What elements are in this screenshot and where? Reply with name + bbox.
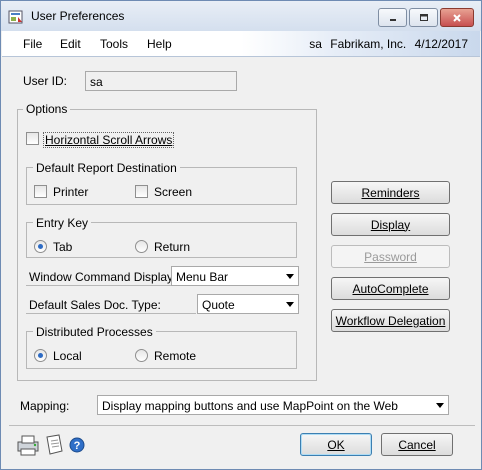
user-id-label: User ID: xyxy=(23,74,68,88)
screen-checkbox[interactable] xyxy=(135,185,148,198)
sales-doc-type-underline xyxy=(26,313,196,314)
distributed-processes-title: Distributed Processes xyxy=(33,325,156,339)
title-bar: User Preferences xyxy=(1,1,481,31)
default-sales-doc-type-value: Quote xyxy=(202,298,235,312)
distributed-local-radio[interactable] xyxy=(34,349,47,362)
window-command-display-label: Window Command Display xyxy=(29,270,174,284)
window-app-icon xyxy=(8,10,23,24)
entry-key-title: Entry Key xyxy=(33,216,92,230)
default-sales-doc-type-label: Default Sales Doc. Type: xyxy=(29,298,161,312)
entry-key-return-label[interactable]: Return xyxy=(154,240,190,254)
user-preferences-window: User Preferences File Edit Tools Help sa… xyxy=(0,0,482,470)
window-title: User Preferences xyxy=(31,9,125,23)
menu-bar: File Edit Tools Help sa Fabrikam, Inc. 4… xyxy=(2,31,480,57)
mapping-label: Mapping: xyxy=(20,399,70,413)
printer-checkbox[interactable] xyxy=(34,185,47,198)
display-button[interactable]: Display xyxy=(331,213,450,236)
distributed-local-label[interactable]: Local xyxy=(53,349,82,363)
entry-key-return-radio[interactable] xyxy=(135,240,148,253)
horizontal-scroll-arrows-label[interactable]: Horizontal Scroll Arrows xyxy=(43,132,175,148)
mapping-select[interactable]: Display mapping buttons and use MapPoint… xyxy=(97,395,449,415)
menu-tools[interactable]: Tools xyxy=(100,37,128,51)
distributed-remote-radio[interactable] xyxy=(135,349,148,362)
entry-key-tab-radio[interactable] xyxy=(34,240,47,253)
report-destination-title: Default Report Destination xyxy=(33,161,180,175)
user-id-field: sa xyxy=(85,71,237,91)
cancel-button[interactable]: Cancel xyxy=(381,433,453,456)
workflow-delegation-button[interactable]: Workflow Delegation xyxy=(331,309,450,332)
minimize-icon xyxy=(389,18,396,21)
session-info: sa Fabrikam, Inc. 4/12/2017 xyxy=(304,37,468,51)
note-icon[interactable] xyxy=(43,433,65,457)
footer-separator xyxy=(9,425,475,426)
svg-text:?: ? xyxy=(74,440,81,452)
horizontal-scroll-arrows-checkbox[interactable] xyxy=(26,132,39,145)
maximize-icon xyxy=(419,13,428,21)
mapping-value: Display mapping buttons and use MapPoint… xyxy=(102,399,398,413)
session-company: Fabrikam, Inc. xyxy=(330,37,407,51)
options-title: Options xyxy=(23,102,71,116)
help-icon[interactable]: ? xyxy=(69,437,85,453)
window-command-underline xyxy=(26,285,171,286)
chevron-down-icon xyxy=(436,403,444,408)
entry-key-tab-label[interactable]: Tab xyxy=(53,240,72,254)
session-user: sa xyxy=(309,37,322,51)
window-command-display-value: Menu Bar xyxy=(176,270,229,284)
chevron-down-icon xyxy=(286,302,294,307)
menu-edit[interactable]: Edit xyxy=(60,37,81,51)
close-icon xyxy=(453,13,461,22)
ok-button[interactable]: OK xyxy=(300,433,372,456)
session-date: 4/12/2017 xyxy=(414,37,468,51)
minimize-button[interactable] xyxy=(378,8,407,27)
reminders-button[interactable]: Reminders xyxy=(331,181,450,204)
menu-file[interactable]: File xyxy=(23,37,42,51)
menu-help[interactable]: Help xyxy=(147,37,172,51)
distributed-remote-label[interactable]: Remote xyxy=(154,349,196,363)
maximize-button[interactable] xyxy=(409,8,438,27)
window-command-display-select[interactable]: Menu Bar xyxy=(171,266,299,286)
default-sales-doc-type-select[interactable]: Quote xyxy=(197,294,299,314)
autocomplete-button[interactable]: AutoComplete xyxy=(331,277,450,300)
password-button[interactable]: Password xyxy=(331,245,450,268)
close-button[interactable] xyxy=(440,8,474,27)
printer-label[interactable]: Printer xyxy=(53,185,88,199)
chevron-down-icon xyxy=(286,274,294,279)
printer-icon[interactable] xyxy=(15,433,43,457)
screen-label[interactable]: Screen xyxy=(154,185,192,199)
